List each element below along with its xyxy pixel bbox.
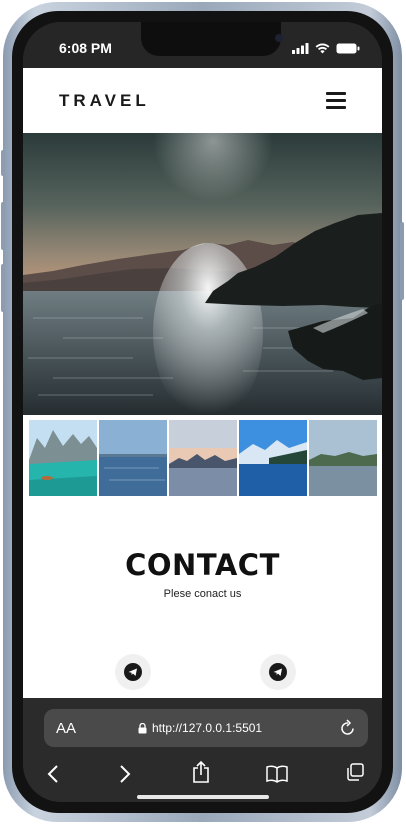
battery-icon [336,43,360,54]
home-indicator [137,795,269,799]
hamburger-menu-icon[interactable] [326,92,346,109]
telegram-link-left[interactable] [115,654,151,690]
status-icons [292,43,360,54]
phone-frame: 6:08 PM TRAVEL CONTACT Plese conact us A… [1,2,404,822]
screen: 6:08 PM TRAVEL CONTACT Plese conact us A… [23,22,382,802]
chevron-left-icon[interactable] [47,764,59,784]
telegram-link-right[interactable] [260,654,296,690]
status-bar: 6:08 PM [23,22,382,68]
browser-chrome: AA http://127.0.0.1:5501 [23,698,382,802]
gallery-thumb-sea[interactable] [99,420,167,496]
power-button [400,222,404,300]
gallery-thumb-lake[interactable] [239,420,307,496]
url-display: http://127.0.0.1:5501 [138,721,262,735]
contact-heading: CONTACT [125,548,280,582]
address-bar[interactable]: AA http://127.0.0.1:5501 [44,709,368,747]
bezel: 6:08 PM TRAVEL CONTACT Plese conact us A… [12,11,393,813]
reload-icon[interactable] [340,719,356,736]
site-logo[interactable]: TRAVEL [59,91,150,111]
contact-section: CONTACT Plese conact us [23,548,382,600]
volume-down-button [1,264,5,312]
contact-subtitle: Plese conact us [163,588,242,600]
front-camera [275,34,283,42]
silent-switch [1,150,5,176]
chevron-right-icon[interactable] [119,764,131,784]
gallery-thumb-lagoon[interactable] [29,420,97,496]
telegram-icon [124,663,142,681]
notch [141,22,283,56]
volume-up-button [1,202,5,250]
hero-image [23,133,382,415]
share-icon[interactable] [191,760,211,784]
browser-toolbar [23,756,382,796]
gallery-thumb-river[interactable] [309,420,377,496]
signal-icon [292,43,309,54]
url-text: http://127.0.0.1:5501 [152,721,263,735]
lock-icon [138,722,147,733]
status-time: 6:08 PM [59,40,112,56]
tabs-icon[interactable] [345,762,365,782]
telegram-icon [269,663,287,681]
gallery-thumb-mountains[interactable] [169,420,237,496]
web-page: TRAVEL CONTACT Plese conact us [23,68,382,698]
book-icon[interactable] [265,765,289,783]
site-navbar: TRAVEL [23,68,382,133]
text-size-button[interactable]: AA [56,720,76,737]
wifi-icon [315,43,330,54]
photo-gallery [29,420,382,496]
